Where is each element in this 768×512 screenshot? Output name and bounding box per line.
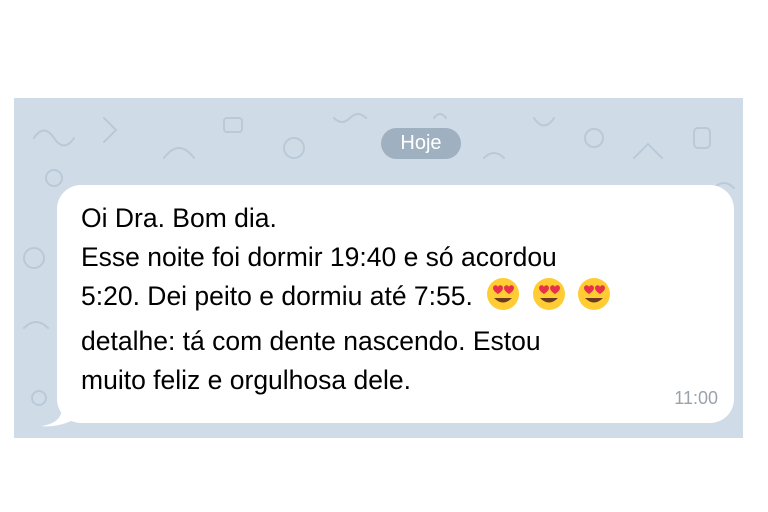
- message-line: Oi Dra. Bom dia.: [81, 203, 277, 233]
- message-line-with-emojis: 5:20. Dei peito e dormiu até 7:55.: [81, 277, 714, 322]
- heart-eyes-emoji: [487, 278, 520, 310]
- heart-eyes-emoji: [532, 278, 565, 310]
- message-line: detalhe: tá com dente nascendo. Estou: [81, 326, 541, 356]
- message-line: Esse noite foi dormir 19:40 e só acordou: [81, 242, 557, 272]
- heart-eyes-emoji: [577, 278, 610, 310]
- date-separator: Hoje: [381, 128, 461, 159]
- message-timestamp: 11:00: [674, 388, 718, 408]
- message-bubble[interactable]: Oi Dra. Bom dia. Esse noite foi dormir 1…: [57, 185, 734, 423]
- message-line: muito feliz e orgulhosa dele.: [81, 365, 411, 395]
- chat-background: Hoje Oi Dra. Bom dia. Esse noite foi dor…: [14, 98, 743, 438]
- emoji-group: [486, 277, 615, 322]
- message-line-text: 5:20. Dei peito e dormiu até 7:55.: [81, 281, 473, 311]
